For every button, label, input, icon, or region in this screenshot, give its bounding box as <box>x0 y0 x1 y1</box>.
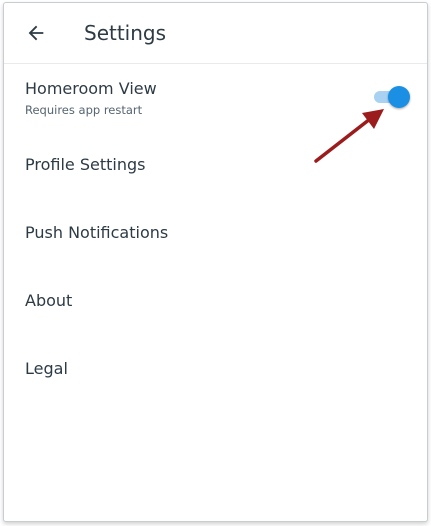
homeroom-view-sublabel: Requires app restart <box>25 103 143 117</box>
setting-legal[interactable]: Legal <box>4 347 427 391</box>
legal-label: Legal <box>25 359 68 378</box>
toolbar: Settings <box>4 3 427 64</box>
arrow-left-icon <box>28 25 44 41</box>
setting-about[interactable]: About <box>4 279 427 323</box>
about-label: About <box>25 291 73 310</box>
page-title: Settings <box>84 21 167 45</box>
app-window: Settings Homeroom View Requires app rest… <box>3 2 428 522</box>
setting-profile-settings[interactable]: Profile Settings <box>4 143 427 187</box>
push-notifications-label: Push Notifications <box>25 223 169 242</box>
back-button[interactable] <box>18 15 54 51</box>
setting-push-notifications[interactable]: Push Notifications <box>4 211 427 255</box>
homeroom-view-label: Homeroom View <box>25 79 157 98</box>
profile-settings-label: Profile Settings <box>25 155 146 174</box>
